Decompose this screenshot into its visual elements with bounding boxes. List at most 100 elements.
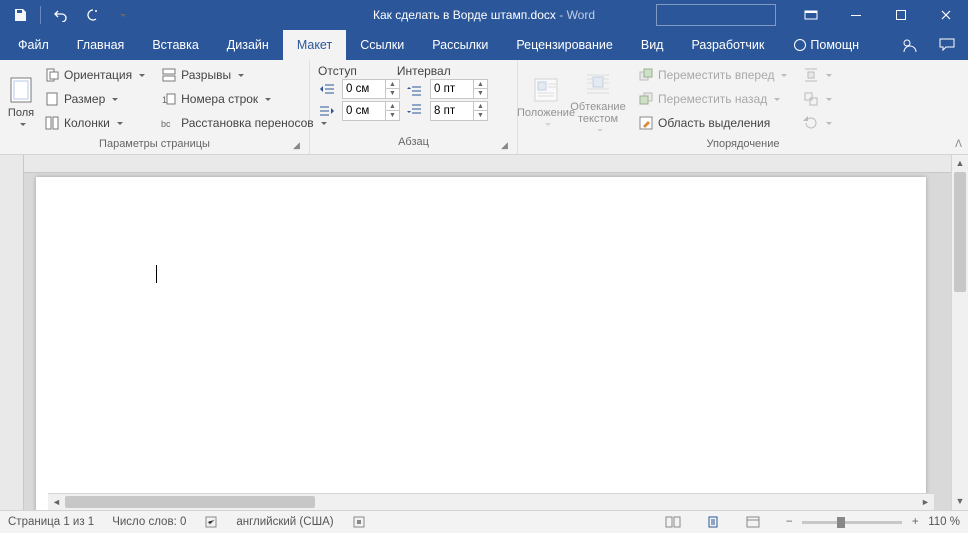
align-button[interactable] (799, 64, 836, 86)
status-page[interactable]: Страница 1 из 1 (8, 516, 94, 528)
size-button[interactable]: Размер (40, 88, 149, 110)
breaks-label: Разрывы (181, 68, 231, 82)
selection-pane-button[interactable]: Область выделения (634, 112, 791, 134)
horizontal-ruler[interactable] (24, 155, 951, 173)
undo-button[interactable] (47, 1, 75, 29)
horizontal-scrollbar[interactable]: ◄ ► (48, 493, 934, 510)
quick-access-toolbar (0, 1, 135, 29)
h-scroll-thumb[interactable] (65, 496, 315, 508)
read-mode-button[interactable] (662, 513, 684, 531)
app-name: Word (567, 8, 595, 22)
scroll-left-button[interactable]: ◄ (48, 494, 65, 510)
zoom-out-button[interactable]: − (782, 516, 796, 528)
margins-button[interactable]: Поля (6, 64, 36, 134)
share-button[interactable] (900, 35, 920, 55)
svg-text:bc: bc (161, 119, 171, 129)
indent-left-input[interactable]: ▲▼ (342, 79, 400, 99)
web-layout-button[interactable] (742, 513, 764, 531)
group-arrange-label: Упорядочение (518, 138, 968, 154)
save-button[interactable] (6, 1, 34, 29)
zoom-control: − + 110 % (782, 516, 960, 528)
indent-left-icon (318, 81, 336, 97)
zoom-in-button[interactable]: + (908, 516, 922, 528)
indent-right-input[interactable]: ▲▼ (342, 101, 400, 121)
window-title: Как сделать в Ворде штамп.docx - Word (373, 8, 595, 22)
ribbon-options-button[interactable] (788, 1, 833, 29)
status-macro-icon[interactable] (352, 515, 366, 529)
text-cursor (156, 265, 157, 283)
position-button[interactable]: Положение (524, 64, 568, 134)
tab-developer[interactable]: Разработчик (677, 30, 778, 60)
comments-button[interactable] (938, 35, 958, 55)
group-arrange: Положение Обтекание текстом Переместить … (518, 60, 968, 154)
orientation-label: Ориентация (64, 68, 132, 82)
maximize-button[interactable] (878, 1, 923, 29)
tab-review[interactable]: Рецензирование (502, 30, 627, 60)
collapse-ribbon-button[interactable]: ᐱ (955, 139, 962, 150)
vertical-ruler[interactable] (0, 155, 24, 510)
columns-label: Колонки (64, 116, 110, 130)
zoom-level[interactable]: 110 % (928, 516, 960, 528)
bring-forward-button[interactable]: Переместить вперед (634, 64, 791, 86)
spacing-after-input[interactable]: ▲▼ (430, 101, 488, 121)
redo-button[interactable] (77, 1, 105, 29)
zoom-slider[interactable] (802, 521, 902, 524)
hyphenation-button[interactable]: bc Расстановка переносов (157, 112, 331, 134)
ribbon: Поля Ориентация Размер Колонки (0, 60, 968, 155)
tab-tell-me[interactable]: Помощн (780, 30, 873, 60)
close-button[interactable] (923, 1, 968, 29)
v-scroll-thumb[interactable] (954, 172, 966, 292)
scroll-down-button[interactable]: ▼ (952, 493, 968, 510)
vertical-scrollbar[interactable]: ▲ ▼ (951, 155, 968, 510)
spacing-heading: Интервал (397, 64, 451, 78)
tab-layout[interactable]: Макет (283, 30, 346, 60)
orientation-button[interactable]: Ориентация (40, 64, 149, 86)
columns-button[interactable]: Колонки (40, 112, 149, 134)
line-numbers-button[interactable]: 1 Номера строк (157, 88, 331, 110)
status-proofing-icon[interactable] (204, 515, 218, 529)
page[interactable] (36, 177, 926, 510)
group-paragraph: Отступ Интервал ▲▼ ▲▼ (310, 60, 518, 154)
status-word-count[interactable]: Число слов: 0 (112, 516, 186, 528)
tab-insert[interactable]: Вставка (138, 30, 212, 60)
group-page-setup: Поля Ориентация Размер Колонки (0, 60, 310, 154)
bring-forward-label: Переместить вперед (658, 68, 774, 82)
wrap-text-button[interactable]: Обтекание текстом (568, 64, 628, 134)
spacing-before-input[interactable]: ▲▼ (430, 79, 488, 99)
scroll-right-button[interactable]: ► (917, 494, 934, 510)
tab-home[interactable]: Главная (63, 30, 139, 60)
tab-file[interactable]: Файл (4, 30, 63, 60)
tab-mailings[interactable]: Рассылки (418, 30, 502, 60)
indent-right-icon (318, 103, 336, 119)
title-bar: Как сделать в Ворде штамп.docx - Word (0, 0, 968, 30)
print-layout-button[interactable] (702, 513, 724, 531)
page-setup-launcher[interactable]: ◢ (293, 140, 305, 152)
spacing-before-icon (406, 81, 424, 97)
breaks-button[interactable]: Разрывы (157, 64, 331, 86)
scroll-up-button[interactable]: ▲ (952, 155, 968, 172)
group-button[interactable] (799, 88, 836, 110)
ribbon-tabs: Файл Главная Вставка Дизайн Макет Ссылки… (0, 30, 968, 60)
minimize-button[interactable] (833, 1, 878, 29)
send-backward-label: Переместить назад (658, 92, 767, 106)
document-area: ◄ ► ▲ ▼ (0, 155, 968, 510)
margins-label: Поля (8, 107, 34, 119)
tab-design[interactable]: Дизайн (213, 30, 283, 60)
group-page-setup-label: Параметры страницы (0, 138, 309, 154)
status-language[interactable]: английский (США) (236, 516, 333, 528)
rotate-button[interactable] (799, 112, 836, 134)
hyphenation-label: Расстановка переносов (181, 116, 314, 130)
selection-pane-label: Область выделения (658, 116, 770, 130)
account-area[interactable] (656, 4, 776, 26)
svg-text:1: 1 (162, 95, 167, 105)
paragraph-launcher[interactable]: ◢ (501, 140, 513, 152)
group-paragraph-label: Абзац (310, 136, 517, 154)
tab-references[interactable]: Ссылки (346, 30, 418, 60)
document-name: Как сделать в Ворде штамп.docx (373, 8, 556, 22)
position-label: Положение (517, 107, 575, 119)
qat-customize-button[interactable] (107, 1, 135, 29)
window-controls (656, 1, 968, 29)
send-backward-button[interactable]: Переместить назад (634, 88, 791, 110)
tab-view[interactable]: Вид (627, 30, 678, 60)
spacing-after-icon (406, 103, 424, 119)
